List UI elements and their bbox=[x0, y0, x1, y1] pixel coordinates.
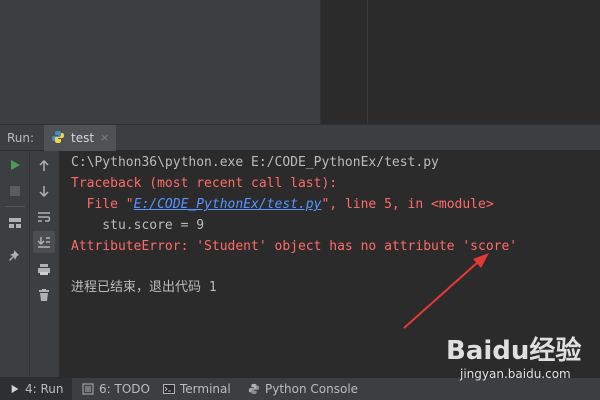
scroll-to-end-icon bbox=[37, 237, 50, 248]
watermark-url: jingyan.baidu.com bbox=[460, 367, 571, 381]
tool-tab-run[interactable]: 4: Run bbox=[0, 378, 72, 400]
scroll-to-end-button[interactable] bbox=[33, 231, 55, 253]
play-icon bbox=[11, 160, 20, 170]
stop-icon bbox=[10, 186, 20, 196]
arrow-up-icon bbox=[39, 160, 49, 171]
arrow-down-icon bbox=[39, 186, 49, 197]
tool-tab-todo[interactable]: 6: TODO bbox=[82, 378, 150, 400]
baidu-watermark: Baidu经验 jingyan.baidu.com bbox=[446, 330, 596, 385]
clear-all-button[interactable] bbox=[33, 284, 55, 306]
console-traceback-file: File "E:/CODE_PythonEx/test.py", line 5,… bbox=[71, 195, 494, 214]
run-toolbar-secondary bbox=[30, 151, 60, 377]
console-code-line: stu.score = 9 bbox=[71, 218, 205, 233]
close-icon[interactable]: × bbox=[100, 131, 109, 144]
play-icon bbox=[11, 384, 19, 394]
restore-layout-button[interactable] bbox=[4, 212, 26, 234]
terminal-icon bbox=[163, 384, 175, 394]
pin-icon bbox=[9, 250, 19, 261]
trash-icon bbox=[39, 288, 49, 301]
watermark-brand: Baidu经验 bbox=[446, 336, 582, 366]
toolbar-separator bbox=[5, 206, 25, 207]
file-prefix: File " bbox=[71, 197, 134, 212]
tool-tab-run-label: 4: Run bbox=[25, 382, 64, 396]
project-panel bbox=[0, 0, 320, 124]
file-suffix: ", line 5, in <module> bbox=[321, 197, 494, 212]
tool-tab-python-console-label: Python Console bbox=[265, 382, 359, 396]
console-command-line: C:\Python36\python.exe E:/CODE_PythonEx/… bbox=[71, 155, 439, 170]
run-panel-header: Run: test × bbox=[0, 124, 600, 151]
layout-icon bbox=[9, 218, 21, 228]
run-label: Run: bbox=[7, 131, 35, 145]
tool-tab-python-console[interactable]: Python Console bbox=[248, 378, 358, 400]
pin-tab-button[interactable] bbox=[4, 245, 26, 267]
panel-divider[interactable] bbox=[320, 0, 321, 124]
editor-area bbox=[0, 0, 600, 124]
console-traceback-header: Traceback (most recent call last): bbox=[71, 176, 338, 191]
python-icon bbox=[52, 131, 64, 143]
tool-tab-todo-label: 6: TODO bbox=[99, 382, 150, 396]
tool-tab-terminal[interactable]: Terminal bbox=[163, 378, 231, 400]
stop-button[interactable] bbox=[4, 180, 26, 202]
console-exit-line: 进程已结束，退出代码 1 bbox=[71, 280, 217, 295]
rerun-button[interactable] bbox=[4, 154, 26, 176]
soft-wrap-icon bbox=[38, 212, 51, 222]
scroll-down-button[interactable] bbox=[33, 180, 55, 202]
todo-icon bbox=[82, 383, 94, 395]
run-tab-label: test bbox=[71, 131, 95, 145]
file-link[interactable]: E:/CODE_PythonEx/test.py bbox=[134, 197, 322, 212]
print-icon bbox=[38, 263, 50, 275]
tool-tab-terminal-label: Terminal bbox=[180, 382, 231, 396]
console-error-line: AttributeError: 'Student' object has no … bbox=[71, 239, 518, 254]
run-toolbar-primary bbox=[0, 151, 30, 377]
scroll-up-button[interactable] bbox=[33, 155, 55, 177]
python-icon bbox=[248, 383, 260, 395]
print-button[interactable] bbox=[33, 258, 55, 280]
editor-right-margin-guide bbox=[367, 0, 368, 124]
soft-wrap-button[interactable] bbox=[33, 206, 55, 228]
run-tab-test[interactable]: test × bbox=[44, 125, 116, 151]
